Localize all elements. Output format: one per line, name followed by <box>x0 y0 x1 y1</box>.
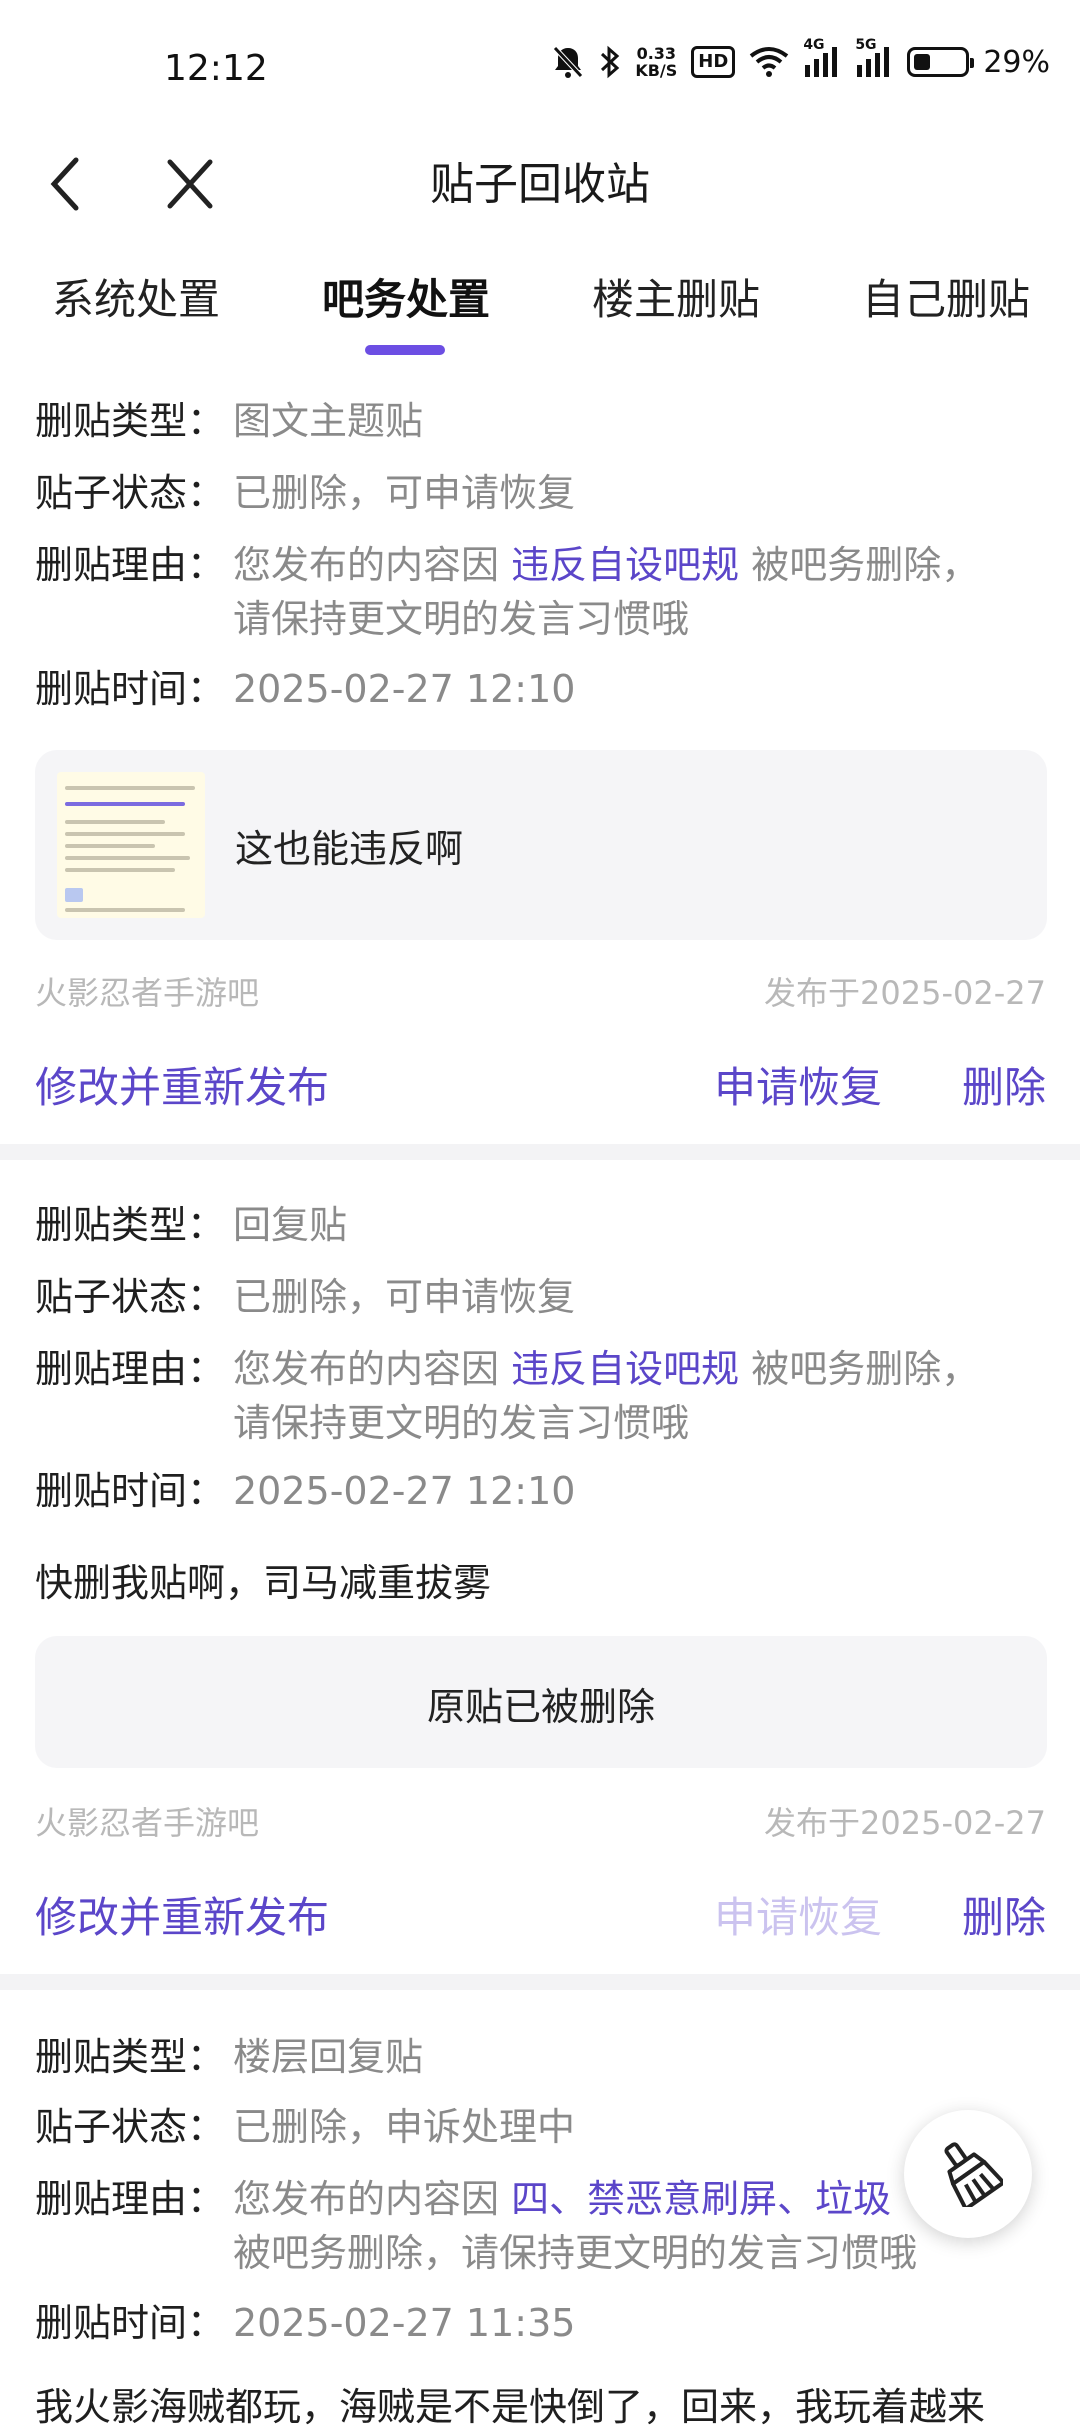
wifi-icon <box>749 46 789 78</box>
reason-line2: 请保持更文明的发言习惯哦 <box>233 597 690 641</box>
value-time: 2025-02-27 12:10 <box>233 667 576 711</box>
tab-indicator <box>365 345 445 355</box>
label-reason: 删贴理由： <box>35 543 226 587</box>
rule-link[interactable]: 违反自设吧规 <box>511 543 739 587</box>
reason-line2: 被吧务删除，请保持更文明的发言习惯哦 <box>233 2231 918 2275</box>
tab-moderator[interactable]: 吧务处置 <box>322 266 490 327</box>
quoted-text: 这也能违反啊 <box>235 827 464 871</box>
apply-restore-button[interactable]: 申请恢复 <box>714 1054 882 1115</box>
forum-name[interactable]: 火影忍者手游吧 <box>35 968 259 1014</box>
label-reason: 删贴理由： <box>35 2177 226 2221</box>
label-status: 贴子状态： <box>35 1275 226 1319</box>
label-time: 删贴时间： <box>35 1469 226 1513</box>
page-title: 贴子回收站 <box>430 159 650 210</box>
signal-5g-label: 5G <box>855 37 877 53</box>
reason-suffix: 被吧务删除， <box>739 543 980 587</box>
label-time: 删贴时间： <box>35 2301 226 2345</box>
rule-link[interactable]: 四、禁恶意刷屏、垃圾 <box>511 2177 891 2221</box>
hd-badge: HD <box>691 46 736 78</box>
reason-prefix: 您发布的内容因 <box>233 543 512 587</box>
battery-icon <box>907 47 975 77</box>
battery-percent: 29% <box>983 44 1050 80</box>
reason-suffix: 被吧务删除， <box>739 1347 980 1391</box>
net-speed: 0.33 KB/S <box>635 45 677 79</box>
tab-system[interactable]: 系统处置 <box>52 266 220 327</box>
publish-date: 发布于2025-02-27 <box>764 974 1046 1012</box>
apply-restore-button: 申请恢复 <box>714 1893 883 1942</box>
forum-name[interactable]: 火影忍者手游吧 <box>35 1798 259 1844</box>
label-type: 删贴类型： <box>35 399 226 443</box>
status-icons: 0.33 KB/S HD 4G 5G 29% <box>551 37 1050 80</box>
tab-self-deleted[interactable]: 自己删贴 <box>862 266 1030 327</box>
tab-op-deleted[interactable]: 楼主删贴 <box>592 266 760 327</box>
signal-4g-label: 4G <box>803 37 825 53</box>
reason-line2: 请保持更文明的发言习惯哦 <box>233 1401 690 1445</box>
value-type: 回复贴 <box>233 1203 348 1247</box>
delete-button[interactable]: 删除 <box>962 1884 1046 1945</box>
publish-date: 发布于2025-02-27 <box>764 1804 1046 1842</box>
reply-content: 我火影海贼都玩，海贼是不是快倒了，回来，我玩着越来 <box>35 2385 986 2429</box>
value-status: 已删除，可申请恢复 <box>233 1275 576 1319</box>
value-time: 2025-02-27 12:10 <box>233 1469 576 1513</box>
status-bar: 12:12 0.33 KB/S HD 4G 5G 29% <box>0 0 1080 140</box>
value-reason: 您发布的内容因 违反自设吧规 被吧务删除， 请保持更文明的发言习惯哦 <box>233 1342 1033 1450</box>
mute-bell-icon <box>551 44 585 80</box>
value-time: 2025-02-27 11:35 <box>233 2301 576 2345</box>
broom-icon <box>933 2137 1006 2211</box>
value-type: 楼层回复贴 <box>233 2035 424 2079</box>
status-time: 12:12 <box>164 48 268 89</box>
reason-prefix: 您发布的内容因 <box>233 2177 512 2221</box>
value-status: 已删除，可申请恢复 <box>233 471 576 515</box>
tab-bar: 系统处置 吧务处置 楼主删贴 自己删贴 <box>0 250 1080 360</box>
quoted-post[interactable]: 这也能违反啊 <box>35 750 1047 940</box>
label-time: 删贴时间： <box>35 667 226 711</box>
signal-4g-icon: 4G <box>803 37 841 79</box>
original-deleted-text: 原贴已被删除 <box>426 1685 655 1729</box>
label-type: 删贴类型： <box>35 1203 226 1247</box>
net-speed-unit: KB/S <box>635 61 678 80</box>
edit-repost-button[interactable]: 修改并重新发布 <box>35 1054 329 1115</box>
edit-repost-button[interactable]: 修改并重新发布 <box>35 1884 329 1945</box>
nav-bar: 贴子回收站 <box>0 130 1080 240</box>
rule-link[interactable]: 违反自设吧规 <box>511 1347 739 1391</box>
clean-up-button[interactable] <box>904 2110 1032 2238</box>
reason-prefix: 您发布的内容因 <box>233 1347 512 1391</box>
label-type: 删贴类型： <box>35 2035 226 2079</box>
label-reason: 删贴理由： <box>35 1347 226 1391</box>
bluetooth-icon <box>599 44 621 80</box>
reply-content: 快删我贴啊，司马减重拔雾 <box>35 1561 492 1605</box>
value-type: 图文主题贴 <box>233 399 424 443</box>
signal-5g-icon: 5G <box>855 37 893 79</box>
label-status: 贴子状态： <box>35 2105 226 2149</box>
label-status: 贴子状态： <box>35 471 226 515</box>
card-divider <box>0 1974 1080 1990</box>
card-divider <box>0 1144 1080 1160</box>
post-thumbnail <box>57 772 205 918</box>
value-reason: 您发布的内容因 违反自设吧规 被吧务删除， 请保持更文明的发言习惯哦 <box>233 538 1033 646</box>
net-speed-value: 0.33 <box>636 44 677 63</box>
original-post-deleted: 原贴已被删除 <box>35 1636 1047 1768</box>
delete-button[interactable]: 删除 <box>962 1054 1046 1115</box>
